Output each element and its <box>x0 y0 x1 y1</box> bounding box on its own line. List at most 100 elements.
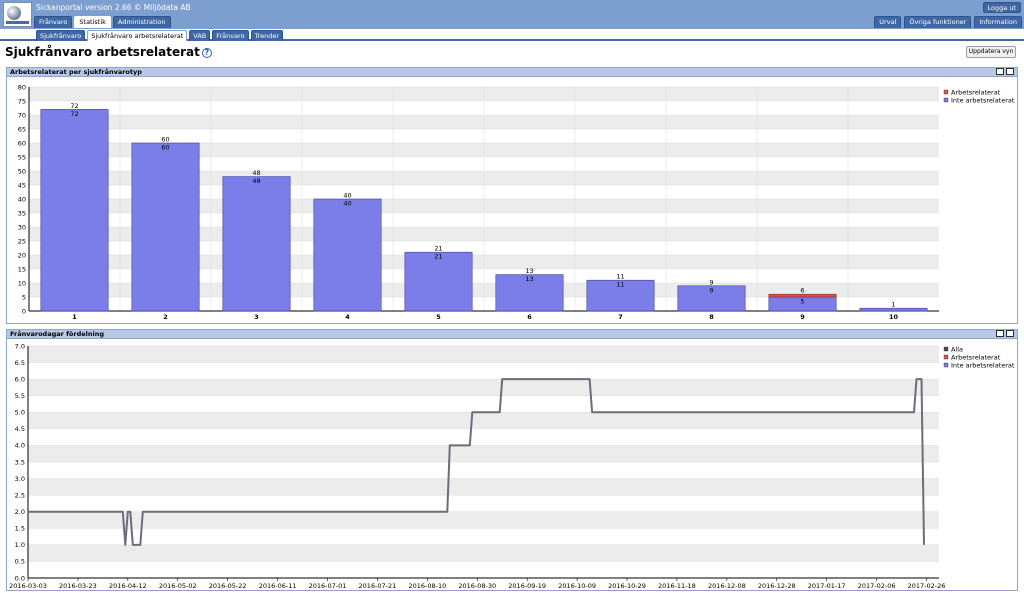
x-tick-label: 2016-12-28 <box>758 582 796 590</box>
x-tick-label: 2016-07-21 <box>359 582 397 590</box>
y-tick-label: 6.5 <box>15 359 25 367</box>
y-tick-label: 7.0 <box>15 342 25 350</box>
grid-band <box>28 544 939 562</box>
legend-swatch <box>943 346 949 352</box>
x-category-label: 4 <box>345 313 350 321</box>
grid-band <box>28 412 939 429</box>
bar-total-label: 11 <box>616 273 624 281</box>
y-tick-label: 1.0 <box>15 541 25 549</box>
y-tick-label: 5.0 <box>15 409 25 417</box>
bar-value-label: 72 <box>70 110 78 118</box>
page-title: Sjukfrånvaro arbetsrelaterat? <box>5 45 212 59</box>
bar-chart-panel: Arbetsrelaterat per sjukfrånvarotyp 0 5 10… <box>6 67 1018 324</box>
subtab-vab[interactable]: VAB <box>189 30 211 41</box>
legend-swatch <box>943 97 949 103</box>
y-tick-label: 70 <box>18 111 26 119</box>
main-tab-administration[interactable]: Administration <box>112 16 171 28</box>
bar-value-label: 11 <box>616 281 624 289</box>
subtab-sjukfranvaro[interactable]: Sjukfrånvaro <box>36 30 86 41</box>
y-tick-label: 55 <box>18 153 26 161</box>
x-category-label: 3 <box>254 313 259 321</box>
legend-label: Arbetsrelaterat <box>951 354 1001 362</box>
y-tick-label: 2.0 <box>15 508 25 516</box>
y-tick-label: 10 <box>18 279 26 287</box>
x-tick-label: 2016-03-23 <box>59 582 97 590</box>
nav-information[interactable]: Information <box>974 16 1022 28</box>
x-tick-label: 2016-05-22 <box>209 582 247 590</box>
legend-label: Inte arbetsrelaterat <box>951 362 1015 370</box>
right-nav: Urval Övriga funktioner Information <box>874 16 1022 28</box>
y-tick-label: 35 <box>18 209 26 217</box>
question-circle-icon[interactable]: ? <box>201 48 212 58</box>
x-tick-label: 2016-03-03 <box>9 582 47 590</box>
bar-total-label: 40 <box>343 192 351 200</box>
x-category-label: 2 <box>163 313 168 321</box>
export-icon[interactable] <box>1006 330 1014 337</box>
x-tick-label: 2016-09-19 <box>508 582 546 590</box>
main-tab-statistik[interactable]: Statistik <box>74 16 111 28</box>
y-tick-label: 2.5 <box>15 491 25 499</box>
bar-inte-arbetsrelaterat <box>313 198 382 312</box>
x-tick-label: 2016-05-02 <box>159 582 197 590</box>
y-tick-label: 80 <box>18 83 26 91</box>
bar-inte-arbetsrelaterat <box>404 251 473 312</box>
bar-total-label: 48 <box>252 169 260 177</box>
y-tick-label: 0 <box>22 307 26 315</box>
main-nav: Frånvaro Statistik Administration <box>34 16 171 28</box>
x-category-label: 6 <box>527 313 532 321</box>
logout-button[interactable]: Logga ut <box>982 2 1021 13</box>
app-logo <box>3 2 32 27</box>
bar-value-label: 48 <box>252 177 260 185</box>
x-tick-label: 2016-08-30 <box>458 582 496 590</box>
update-view-button[interactable]: Uppdatera vyn <box>966 46 1016 58</box>
main-tab-franvaro[interactable]: Frånvaro <box>34 16 73 28</box>
nav-ovriga-funktioner[interactable]: Övriga funktioner <box>904 16 972 28</box>
bar-value-label: 60 <box>161 144 169 152</box>
y-tick-label: 65 <box>18 125 26 133</box>
y-tick-label: 3.0 <box>15 475 25 483</box>
bar-chart-panel-header: Arbetsrelaterat per sjukfrånvarotyp <box>7 68 1017 77</box>
subtab-trender[interactable]: Trender <box>250 30 284 41</box>
x-category-label: 9 <box>800 313 805 321</box>
y-tick-label: 0.5 <box>15 558 25 566</box>
x-category-label: 8 <box>709 313 714 321</box>
export-icon[interactable] <box>1006 68 1014 75</box>
legend-label: Inte arbetsrelaterat <box>951 97 1015 105</box>
y-tick-label: 15 <box>18 265 26 273</box>
nav-urval[interactable]: Urval <box>874 16 902 28</box>
line-chart-panel: Frånvarodagar fördelning 0.0 0.5 1.0 1.5 2.0… <box>6 329 1018 591</box>
x-tick-label: 2017-02-06 <box>858 582 896 590</box>
bar-total-label: 9 <box>709 278 713 286</box>
bar-value-label: 5 <box>800 298 804 306</box>
bar-chart-title: Arbetsrelaterat per sjukfrånvarotyp <box>10 68 142 76</box>
grid-band <box>28 379 939 396</box>
x-category-label: 7 <box>618 313 623 321</box>
bar-value-label: 40 <box>343 200 351 208</box>
x-tick-label: 2016-04-12 <box>109 582 147 590</box>
bar-inte-arbetsrelaterat <box>40 109 109 312</box>
y-tick-label: 4.0 <box>15 442 25 450</box>
x-category-label: 10 <box>889 313 899 321</box>
page-title-text: Sjukfrånvaro arbetsrelaterat <box>5 45 200 59</box>
grid-band <box>28 445 939 462</box>
maximize-icon[interactable] <box>996 68 1004 75</box>
bar-total-label: 60 <box>161 136 169 144</box>
y-tick-label: 5.5 <box>15 392 25 400</box>
y-tick-label: 1.5 <box>15 525 25 533</box>
top-header-bar: Sickanportal version 2.66 © Miljödata AB… <box>0 0 1024 29</box>
y-tick-label: 50 <box>18 167 26 175</box>
grid-band <box>28 478 939 496</box>
y-tick-label: 6.0 <box>15 375 25 383</box>
subtab-franvaro[interactable]: Frånvaro <box>212 30 249 41</box>
bar-chart: 0510152025303540455055606570758072721606… <box>18 83 1015 321</box>
y-tick-label: 40 <box>18 195 26 203</box>
grid-band <box>28 346 939 363</box>
maximize-icon[interactable] <box>996 330 1004 337</box>
line-chart: 0.00.51.01.52.02.53.03.54.04.55.05.56.06… <box>9 342 1015 590</box>
x-tick-label: 2016-12-08 <box>708 582 746 590</box>
bar-total-label: 21 <box>434 245 442 253</box>
bar-value-label: 21 <box>434 253 442 261</box>
x-category-label: 5 <box>436 313 441 321</box>
subtab-sjukfranvaro-arbetsrelaterat[interactable]: Sjukfrånvaro arbetsrelaterat <box>87 30 188 41</box>
legend-swatch <box>943 354 949 360</box>
